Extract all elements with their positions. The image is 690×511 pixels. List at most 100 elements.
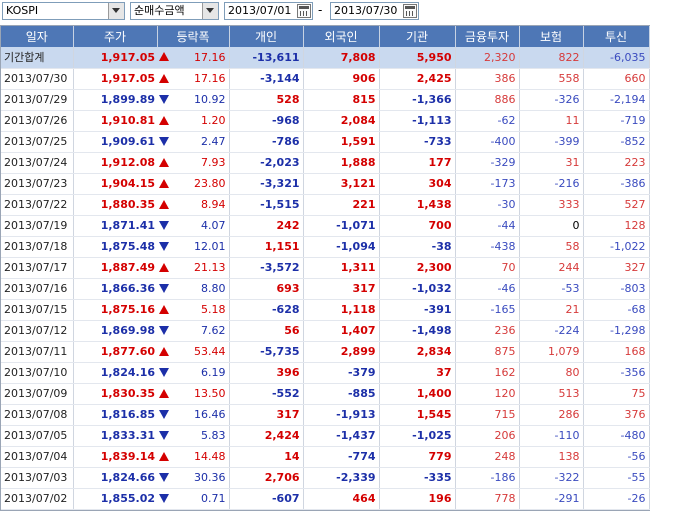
change-cell: 13.50 [157, 383, 230, 405]
trust-cell: -803 [583, 278, 650, 300]
trust-cell: -356 [583, 362, 650, 384]
date-cell: 2013/07/26 [1, 110, 74, 132]
change-value: 17.16 [194, 50, 226, 64]
table-row[interactable]: 2013/07/11 1,877.60 53.44 -5,735 2,899 2,834 8… [1, 341, 650, 363]
table-row[interactable]: 2013/07/02 1,855.02 0.71 -607 464 196 778 -291-… [1, 488, 650, 510]
date-cell: 2013/07/30 [1, 68, 74, 90]
change-value: 13.50 [194, 387, 226, 400]
column-header[interactable]: 등락폭 [157, 26, 230, 47]
column-header[interactable]: 금융투자 [455, 26, 520, 47]
table-row[interactable]: 2013/07/16 1,866.36 8.80 693 317 -1,032 -46 -53… [1, 278, 650, 300]
frn-cell: 1,118 [303, 299, 380, 321]
inst-cell: -733 [379, 131, 456, 153]
ind-cell: -13,611 [229, 47, 304, 69]
change-cell: 10.92 [157, 89, 230, 111]
inst-cell: -1,498 [379, 320, 456, 342]
price-cell: 1,855.02 [73, 488, 157, 510]
column-header[interactable]: 기관 [379, 26, 456, 47]
fin-cell: 248 [455, 446, 520, 468]
date-range-separator: - [318, 3, 323, 17]
ind-cell: 2,706 [229, 467, 304, 489]
inst-cell: 779 [379, 446, 456, 468]
table-row[interactable]: 2013/07/23 1,904.15 23.80 -3,321 3,121 304 -17… [1, 173, 650, 195]
date-from-field[interactable]: 2013/07/01 [224, 2, 313, 20]
ins-cell: 31 [519, 152, 584, 174]
ind-cell: -552 [229, 383, 304, 405]
triangle-down-icon [159, 472, 169, 482]
ins-cell: -326 [519, 89, 584, 111]
date-cell: 2013/07/12 [1, 320, 74, 342]
price-cell: 1,830.35 [73, 383, 157, 405]
table-row[interactable]: 2013/07/18 1,875.48 12.01 1,151 -1,094 -38 -43… [1, 236, 650, 258]
table-row[interactable]: 2013/07/26 1,910.81 1.20 -968 2,084 -1,113 -62… [1, 110, 650, 132]
table-row[interactable]: 2013/07/08 1,816.85 16.46 317 -1,913 1,545 715… [1, 404, 650, 426]
table-row[interactable]: 2013/07/05 1,833.31 5.83 2,424 -1,437 -1,025 2… [1, 425, 650, 447]
calendar-icon[interactable] [403, 4, 417, 18]
ind-cell: 317 [229, 404, 304, 426]
column-header[interactable]: 투신 [583, 26, 650, 47]
triangle-down-icon [159, 136, 169, 146]
table-row[interactable]: 2013/07/09 1,830.35 13.50 -552 -885 1,400 120 5… [1, 383, 650, 405]
frn-cell: 2,084 [303, 110, 380, 132]
date-cell: 2013/07/09 [1, 383, 74, 405]
trust-cell: -55 [583, 467, 650, 489]
date-cell: 2013/07/03 [1, 467, 74, 489]
summary-row[interactable]: 기간합계 1,917.05 17.16 -13,611 7,808 5,950 2,320 8… [1, 47, 650, 69]
fin-cell: -44 [455, 215, 520, 237]
change-cell: 1.20 [157, 110, 230, 132]
inst-cell: -1,113 [379, 110, 456, 132]
frn-cell: -1,094 [303, 236, 380, 258]
triangle-up-icon [159, 451, 169, 461]
table-row[interactable]: 2013/07/10 1,824.16 6.19 396 -379 37 162 80 -356 [1, 362, 650, 384]
fin-cell: -438 [455, 236, 520, 258]
table-row[interactable]: 2013/07/30 1,917.05 17.16 -3,144 906 2,425 386… [1, 68, 650, 90]
column-header[interactable]: 주가 [73, 26, 158, 47]
date-to-field[interactable]: 2013/07/30 [330, 2, 419, 20]
ins-cell: -399 [519, 131, 584, 153]
inst-cell: -391 [379, 299, 456, 321]
ins-cell: 244 [519, 257, 584, 279]
column-header[interactable]: 외국인 [303, 26, 380, 47]
trust-cell: 660 [583, 68, 650, 90]
table-row[interactable]: 2013/07/25 1,909.61 2.47 -786 1,591 -733 -400-… [1, 131, 650, 153]
change-cell: 17.16 [157, 47, 230, 69]
inst-cell: 304 [379, 173, 456, 195]
column-header[interactable]: 일자 [1, 26, 74, 47]
chevron-down-icon[interactable] [108, 3, 124, 19]
calendar-icon[interactable] [297, 4, 311, 18]
ins-cell: 21 [519, 299, 584, 321]
price-cell: 1,899.89 [73, 89, 157, 111]
price-cell: 1,875.16 [73, 299, 157, 321]
change-cell: 16.46 [157, 404, 230, 426]
ind-cell: 56 [229, 320, 304, 342]
table-row[interactable]: 2013/07/04 1,839.14 14.48 14 -774 779 248 138 -5… [1, 446, 650, 468]
market-select-value: KOSPI [6, 4, 39, 17]
fin-cell: 206 [455, 425, 520, 447]
table-row[interactable]: 2013/07/03 1,824.66 30.36 2,706 -2,339 -335 -1… [1, 467, 650, 489]
change-value: 5.83 [201, 429, 226, 442]
chevron-down-icon[interactable] [202, 3, 218, 19]
column-header[interactable]: 개인 [229, 26, 304, 47]
table-row[interactable]: 2013/07/12 1,869.98 7.62 56 1,407 -1,498 236 -2… [1, 320, 650, 342]
table-row[interactable]: 2013/07/24 1,912.08 7.93 -2,023 1,888 177 -329… [1, 152, 650, 174]
triangle-down-icon [159, 283, 169, 293]
fin-cell: 875 [455, 341, 520, 363]
table-row[interactable]: 2013/07/22 1,880.35 8.94 -1,515 221 1,438 -30 3… [1, 194, 650, 216]
ind-cell: 14 [229, 446, 304, 468]
ins-cell: 513 [519, 383, 584, 405]
ins-cell: 138 [519, 446, 584, 468]
ins-cell: 822 [519, 47, 584, 69]
date-cell: 2013/07/17 [1, 257, 74, 279]
ind-cell: -3,572 [229, 257, 304, 279]
table-row[interactable]: 2013/07/19 1,871.41 4.07 242 -1,071 700 -44 0 12… [1, 215, 650, 237]
fin-cell: 386 [455, 68, 520, 90]
column-header[interactable]: 보험 [519, 26, 584, 47]
metric-select[interactable]: 순매수금액 [130, 2, 219, 20]
table-row[interactable]: 2013/07/17 1,887.49 21.13 -3,572 1,311 2,300 7… [1, 257, 650, 279]
market-select[interactable]: KOSPI [2, 2, 125, 20]
change-value: 14.48 [194, 450, 226, 463]
inst-cell: 196 [379, 488, 456, 510]
table-row[interactable]: 2013/07/15 1,875.16 5.18 -628 1,118 -391 -165 2… [1, 299, 650, 321]
frn-cell: -379 [303, 362, 380, 384]
table-row[interactable]: 2013/07/29 1,899.89 10.92 528 815 -1,366 886 -3… [1, 89, 650, 111]
